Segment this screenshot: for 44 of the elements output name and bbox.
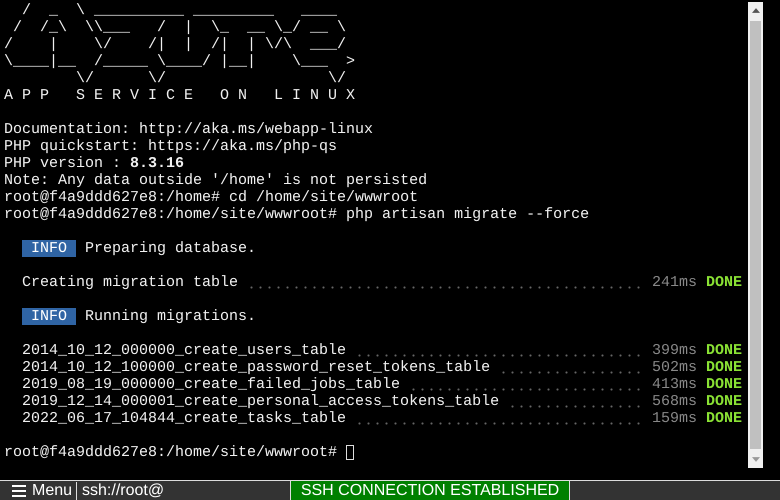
scroll-thumb[interactable]: [750, 21, 761, 449]
banner-subtitle: A P P S E R V I C E O N L I N U X: [4, 87, 356, 104]
menu-icon: [12, 484, 26, 496]
output-line: Note: Any data outside '/home' is not persisted: [4, 172, 428, 189]
task-status: DONE: [706, 342, 742, 359]
output-line: root@f4a9ddd627e8:/home/site/wwwroot# php artisan migrate --force: [4, 206, 590, 223]
info-message: Preparing database.: [85, 240, 256, 257]
task-status: DONE: [706, 359, 742, 376]
info-message: Running migrations.: [85, 308, 256, 325]
info-badge: INFO: [22, 308, 76, 325]
scroll-up-icon[interactable]: [752, 8, 760, 13]
task-time: 399ms: [652, 342, 697, 359]
ascii-art-line: / | \/ /| | /| | \/\ ___/: [4, 36, 348, 53]
connection-address: ssh://root@: [81, 482, 166, 500]
cursor-icon: [346, 445, 354, 460]
task-name: 2014_10_12_100000_create_password_reset_tokens_table: [22, 359, 490, 376]
task-time: 159ms: [652, 410, 697, 427]
task-time: 241ms: [652, 274, 697, 291]
output-line: PHP quickstart: https://aka.ms/php-qs: [4, 138, 338, 155]
output-line: Documentation: http://aka.ms/webapp-linux: [4, 121, 374, 138]
task-name: 2019_12_14_000001_create_personal_access_tokens_table: [22, 393, 500, 410]
task-name: Creating migration table: [22, 274, 238, 291]
scroll-down-icon[interactable]: [752, 457, 760, 462]
menu-button[interactable]: Menu: [0, 482, 78, 500]
info-badge: INFO: [22, 240, 76, 257]
task-time: 568ms: [652, 393, 697, 410]
connection-status: SSH CONNECTION ESTABLISHED: [290, 481, 570, 500]
task-status: DONE: [706, 274, 742, 291]
scrollbar[interactable]: [748, 2, 763, 468]
task-name: 2019_08_19_000000_create_failed_jobs_table: [22, 376, 400, 393]
task-status: DONE: [706, 376, 742, 393]
task-name: 2022_06_17_104844_create_tasks_table: [22, 410, 346, 427]
output-line: PHP version : 8.3.16: [4, 155, 184, 172]
prompt-line: root@f4a9ddd627e8:/home/site/wwwroot#: [4, 444, 338, 461]
task-status: DONE: [706, 393, 742, 410]
ascii-art-line: \____|__ /_____ \____/ |__| \___ >: [4, 53, 356, 70]
task-status: DONE: [706, 410, 742, 427]
ascii-art-line: \/ \/ \/: [75, 70, 348, 87]
task-time: 413ms: [652, 376, 697, 393]
output-line: root@f4a9ddd627e8:/home# cd /home/site/wwwroot: [4, 189, 418, 206]
task-time: 502ms: [652, 359, 697, 376]
task-name: 2014_10_12_000000_create_users_table: [22, 342, 346, 359]
ascii-art-line: / _ \ __________ _________ ____: [21, 2, 338, 19]
ascii-art-line: / /_\ \\___ / | \_ __ \_/ __ \: [12, 19, 348, 36]
